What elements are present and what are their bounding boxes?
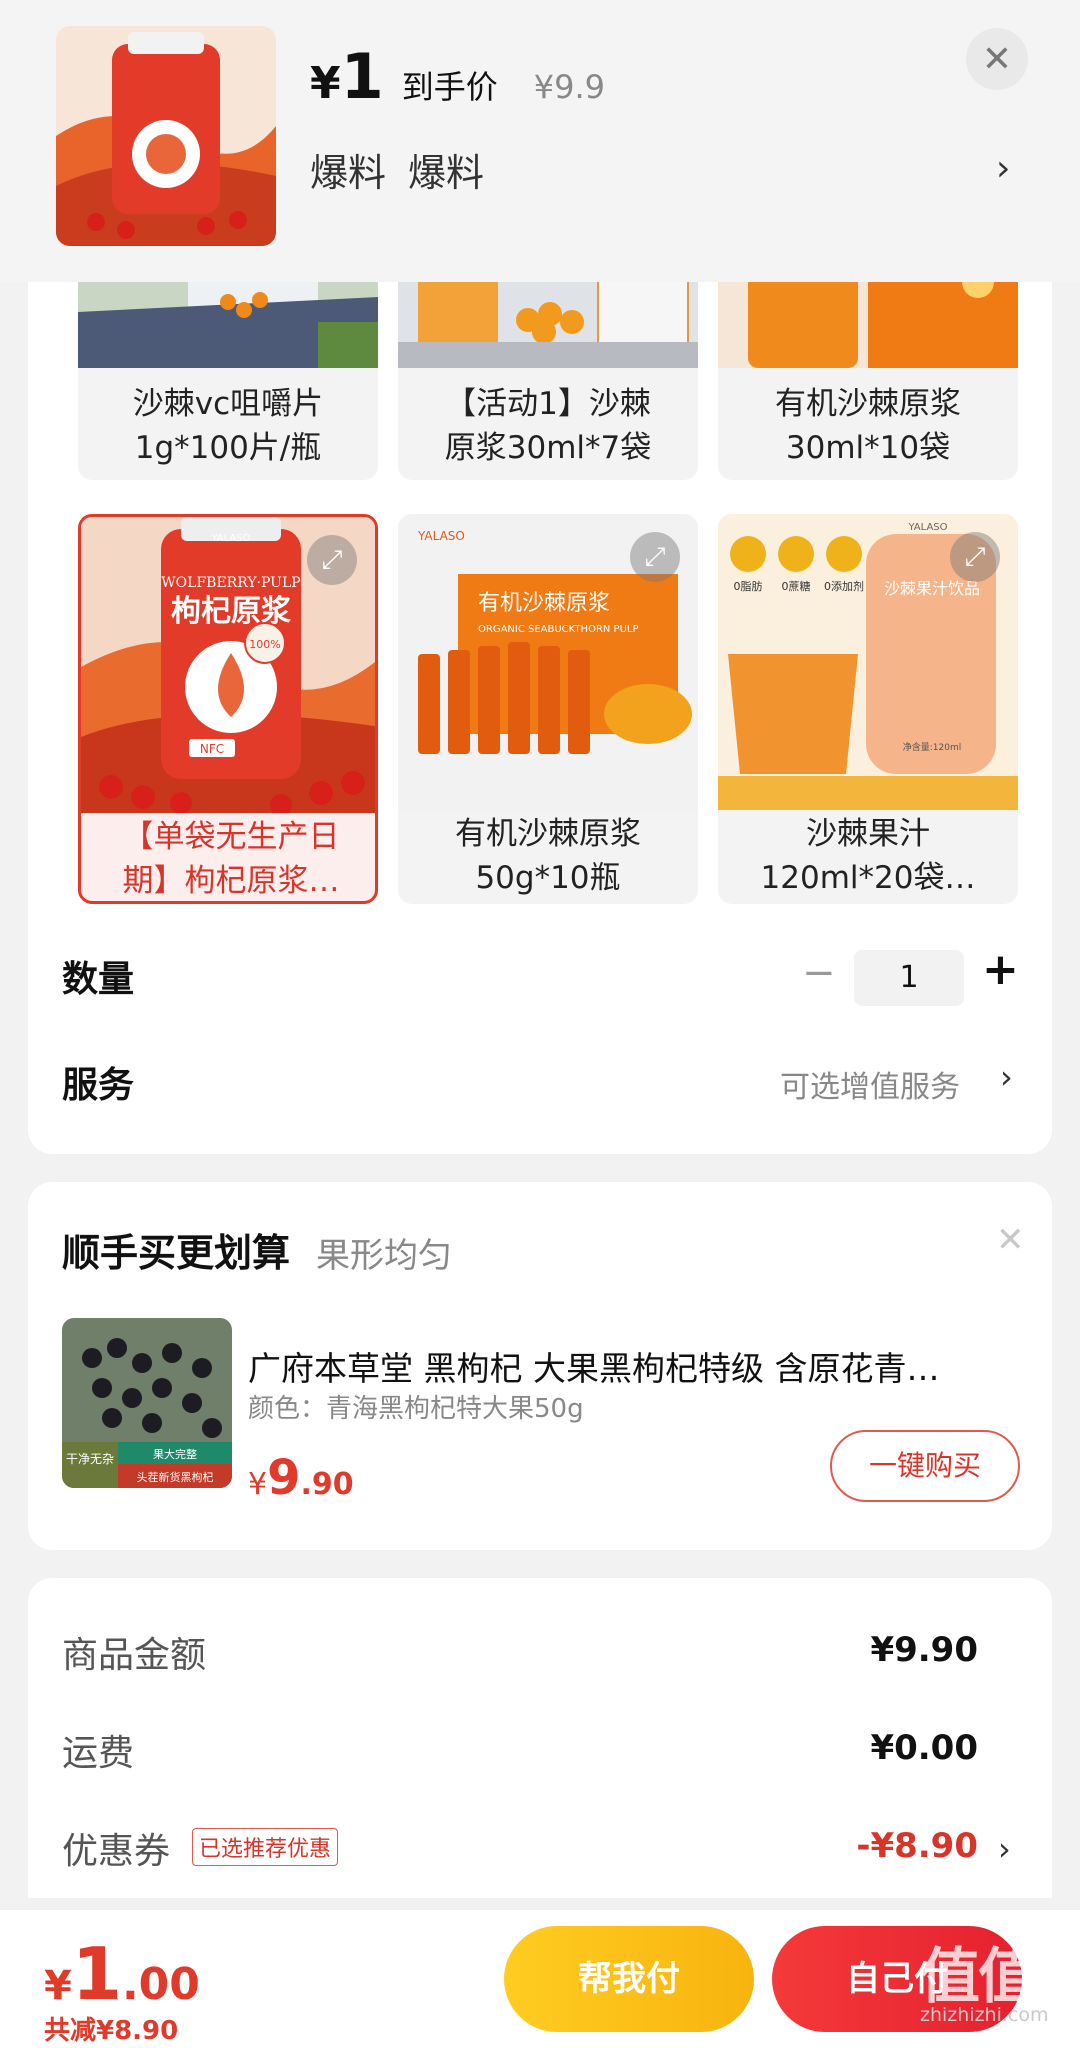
service-label: 服务 [62, 1065, 135, 1106]
upsell-image-text: 干净无杂 [66, 1452, 114, 1466]
variant-image-text: NFC [200, 742, 224, 756]
watermark-domain: zhizhizhi.com [920, 2004, 1049, 2026]
upsell-product-name[interactable]: 广府本草堂 黑枸杞 大果黑枸杞特级 含原花青… [248, 1342, 1028, 1390]
variant-caption: 沙棘vc咀嚼片 1g*100片/瓶 [132, 386, 324, 466]
variant-caption: 【活动1】沙棘 原浆30ml*7袋 [444, 386, 652, 466]
product-header: ¥ 1 到手价 ¥9.9 爆料 爆料 ✕ › [0, 0, 1080, 282]
variant-caption: 沙棘果汁 120ml*20袋… [760, 816, 976, 896]
variant-image-text: YALASO [417, 529, 465, 543]
summary-value-subtotal: ¥9.90 [870, 1630, 978, 1670]
watermark: 值值值 zhizhizhi.com [920, 1928, 1066, 2048]
upsell-price-currency: ¥ [248, 1467, 268, 1502]
summary-label-coupon: 优惠券 [62, 1831, 171, 1872]
quantity-label: 数量 [62, 959, 135, 1000]
chevron-right-icon[interactable]: › [996, 148, 1010, 189]
service-value[interactable]: 可选增值服务 [780, 1062, 960, 1106]
variant-image-text: 100% [249, 638, 280, 651]
chevron-right-icon[interactable]: › [1000, 1058, 1013, 1096]
upsell-price-integer: 9 [267, 1450, 301, 1506]
sku-selector-card: 沙棘vc咀嚼片 1g*100片/瓶 【活动1】沙棘 原浆30ml*7袋 有机沙棘原浆… [28, 282, 1052, 1154]
upsell-card: 顺手买更划算 果形均匀 ✕ 干净无杂 果大完整 头茬新货黑枸杞 广府本草堂 黑枸… [28, 1182, 1052, 1550]
variant-image-text: 沙棘果汁饮品 [884, 579, 980, 598]
variant-image-text: 净含量:120ml [903, 741, 961, 753]
variant-image-text: 0蔗糖 [782, 579, 811, 593]
variant-image-text: 0添加剂 [824, 579, 864, 593]
expand-icon[interactable]: ⤢ [950, 532, 1000, 582]
quantity-increase-button[interactable]: + [982, 944, 1019, 995]
price-row: ¥ 1 到手价 ¥9.9 [310, 40, 605, 113]
total-price: ¥ 1 .00 [44, 1932, 200, 2016]
variant-option[interactable]: 沙棘vc咀嚼片 1g*100片/瓶 [78, 282, 378, 480]
expand-icon[interactable]: ⤢ [630, 532, 680, 582]
variant-option[interactable]: 有机沙棘原浆 30ml*10袋 [718, 282, 1018, 480]
summary-value-shipping: ¥0.00 [870, 1728, 978, 1768]
chevron-right-icon[interactable]: › [998, 1830, 1011, 1868]
coupon-badge: 已选推荐优惠 [192, 1828, 339, 1866]
price-currency: ¥ [310, 58, 341, 109]
watermark-logo: 值值值 [920, 1942, 1038, 2048]
help-me-pay-button[interactable]: 帮我付 [504, 1926, 754, 2032]
variant-image-text: YALASO [907, 522, 947, 533]
original-price: ¥9.9 [533, 68, 606, 106]
close-icon[interactable]: ✕ [966, 28, 1028, 90]
total-saved: 共减¥8.90 [44, 2016, 179, 2046]
variant-option-selected[interactable]: WOLFBERRY·PULP 枸杞原浆 100% NFC YALASO ⤢ 【单… [78, 514, 378, 904]
upsell-product-spec: 颜色：青海黑枸杞特大果50g [248, 1394, 584, 1424]
upsell-product-image[interactable]: 干净无杂 果大完整 头茬新货黑枸杞 [62, 1318, 232, 1488]
variant-image-text: 0脂肪 [734, 579, 763, 593]
summary-label-shipping: 运费 [62, 1733, 135, 1774]
order-summary: 商品金额 ¥9.90 运费 ¥0.00 优惠券 已选推荐优惠 -¥8.90 › [28, 1578, 1052, 1898]
upsell-price-decimal: .90 [300, 1467, 354, 1502]
quantity-decrease-button[interactable]: − [802, 950, 836, 996]
summary-value-coupon[interactable]: -¥8.90 [856, 1826, 978, 1866]
promo-tag: 爆料 [408, 151, 485, 195]
upsell-subtitle: 果形均匀 [316, 1236, 452, 1276]
variant-option[interactable]: YALASO 有机沙棘原浆 ORGANIC SEABUCKTHORN PULP … [398, 514, 698, 904]
variant-option[interactable]: 0脂肪 0蔗糖 0添加剂 YALASO 沙棘果汁饮品 净含量:120ml ⤢ 沙… [718, 514, 1018, 904]
upsell-price: ¥ 9 .90 [248, 1450, 354, 1506]
variant-caption: 有机沙棘原浆 30ml*10袋 [775, 386, 961, 466]
summary-label-subtotal: 商品金额 [62, 1635, 207, 1676]
variant-image-text: YALASO [210, 533, 250, 544]
final-price-label: 到手价 [401, 68, 498, 106]
one-click-buy-button[interactable]: 一键购买 [830, 1430, 1020, 1502]
variant-image-text: WOLFBERRY·PULP [161, 575, 300, 591]
total-currency: ¥ [44, 1963, 72, 2009]
upsell-title: 顺手买更划算 [62, 1231, 291, 1275]
variant-image-text: ORGANIC SEABUCKTHORN PULP [478, 624, 639, 635]
variant-image [78, 282, 378, 368]
variant-caption: 有机沙棘原浆 50g*10瓶 [455, 816, 641, 896]
product-thumbnail [56, 26, 276, 246]
variant-option[interactable]: 【活动1】沙棘 原浆30ml*7袋 [398, 282, 698, 480]
variant-image [718, 282, 1018, 368]
upsell-image-text: 头茬新货黑枸杞 [137, 1470, 214, 1484]
total-integer: 1 [71, 1932, 122, 2016]
final-price: 1 [340, 40, 384, 113]
promo-tag: 爆料 [310, 151, 387, 195]
variant-caption: 【单袋无生产日 期】枸杞原浆… [122, 819, 340, 899]
variant-image-text: 有机沙棘原浆 [478, 591, 610, 616]
total-decimal: .00 [121, 1959, 200, 2010]
promo-tags[interactable]: 爆料 爆料 [310, 142, 484, 197]
close-icon[interactable]: ✕ [996, 1220, 1025, 1260]
checkout-bar: ¥ 1 .00 共减¥8.90 帮我付 自己付 值值值 zhizhizhi.co… [0, 1910, 1080, 2048]
variant-image [398, 282, 698, 368]
variant-grid: 沙棘vc咀嚼片 1g*100片/瓶 【活动1】沙棘 原浆30ml*7袋 有机沙棘原浆… [78, 282, 1048, 912]
quantity-input[interactable]: 1 [854, 950, 964, 1006]
upsell-image-text: 果大完整 [153, 1447, 197, 1461]
expand-icon[interactable]: ⤢ [307, 535, 357, 585]
